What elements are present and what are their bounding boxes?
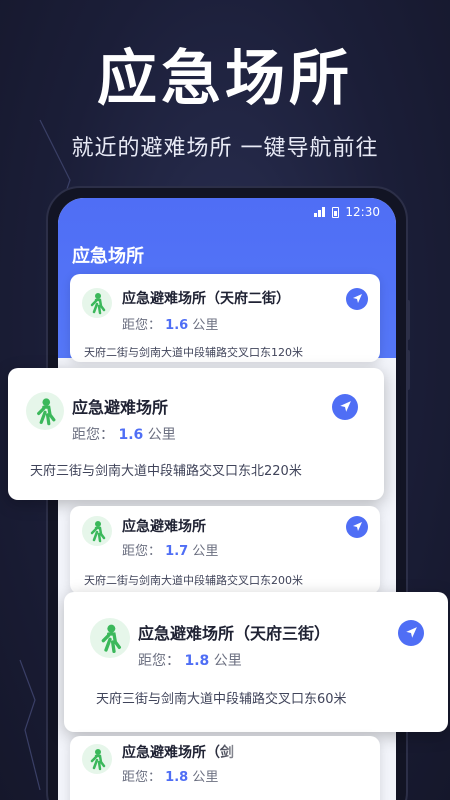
shelter-name: 应急避难场所: [122, 519, 206, 535]
fade-overlay: [214, 736, 284, 776]
shelter-name: 应急避难场所: [72, 398, 169, 417]
shelter-distance: 距您： 1.8 公里: [138, 653, 242, 669]
walking-person-pin-icon: [82, 516, 112, 546]
walking-person-pin-icon: [82, 288, 112, 318]
status-bar: 12:30: [314, 204, 380, 220]
navigation-arrow-icon[interactable]: [346, 516, 368, 538]
walking-person-pin-icon: [26, 392, 64, 430]
hero-subtitle: 就近的避难场所 一键导航前往: [71, 136, 379, 161]
hero-title: 应急场所: [97, 44, 353, 114]
navigation-arrow-icon[interactable]: [346, 288, 368, 310]
battery-icon: [332, 206, 340, 218]
signal-icon: [314, 207, 326, 217]
shelter-distance: 距您： 1.6 公里: [72, 427, 176, 443]
shelter-card[interactable]: 应急避难场所（天府三街） 距您： 1.8 公里 天府三街与剑南大道中段辅路交叉口…: [64, 592, 448, 732]
shelter-address: 天府三街与剑南大道中段辅路交叉口东北220米: [30, 464, 302, 479]
shelter-distance: 距您： 1.7 公里: [122, 544, 219, 559]
shelter-address: 天府二街与剑南大道中段辅路交叉口东120米: [84, 346, 303, 359]
navigation-arrow-icon[interactable]: [398, 620, 424, 646]
shelter-address: 天府三街与剑南大道中段辅路交叉口东60米: [96, 692, 347, 707]
status-time: 12:30: [345, 205, 380, 219]
walking-person-pin-icon: [90, 618, 130, 658]
shelter-card[interactable]: 应急避难场所 距您： 1.6 公里 天府三街与剑南大道中段辅路交叉口东北220米: [8, 368, 384, 500]
shelter-card[interactable]: 应急避难场所 距您： 1.7 公里 天府二街与剑南大道中段辅路交叉口东200米: [70, 506, 380, 594]
navigation-arrow-icon[interactable]: [332, 394, 358, 420]
walking-person-pin-icon: [82, 744, 112, 774]
page-title: 应急场所: [72, 246, 144, 267]
shelter-distance: 距您： 1.8 公里: [122, 770, 219, 785]
shelter-card[interactable]: 应急避难场所（天府二街） 距您： 1.6 公里 天府二街与剑南大道中段辅路交叉口…: [70, 274, 380, 362]
shelter-name: 应急避难场所（天府三街）: [138, 624, 331, 643]
shelter-distance: 距您： 1.6 公里: [122, 318, 219, 333]
shelter-address: 天府二街与剑南大道中段辅路交叉口东200米: [84, 574, 303, 587]
shelter-name: 应急避难场所（天府二街）: [122, 291, 290, 307]
